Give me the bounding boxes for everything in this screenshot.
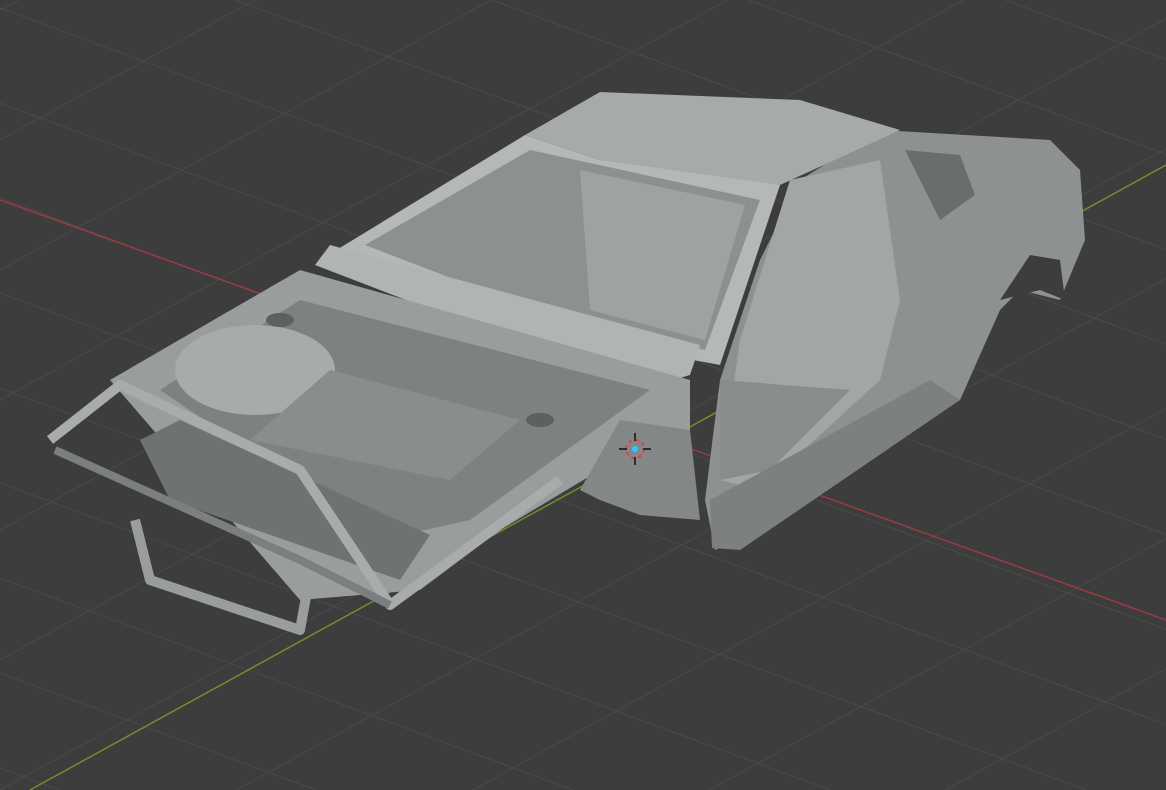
filler-cap xyxy=(266,313,294,327)
filler-cap-right xyxy=(526,413,554,427)
car-body-model[interactable] xyxy=(0,0,1166,790)
3d-viewport[interactable] xyxy=(0,0,1166,790)
